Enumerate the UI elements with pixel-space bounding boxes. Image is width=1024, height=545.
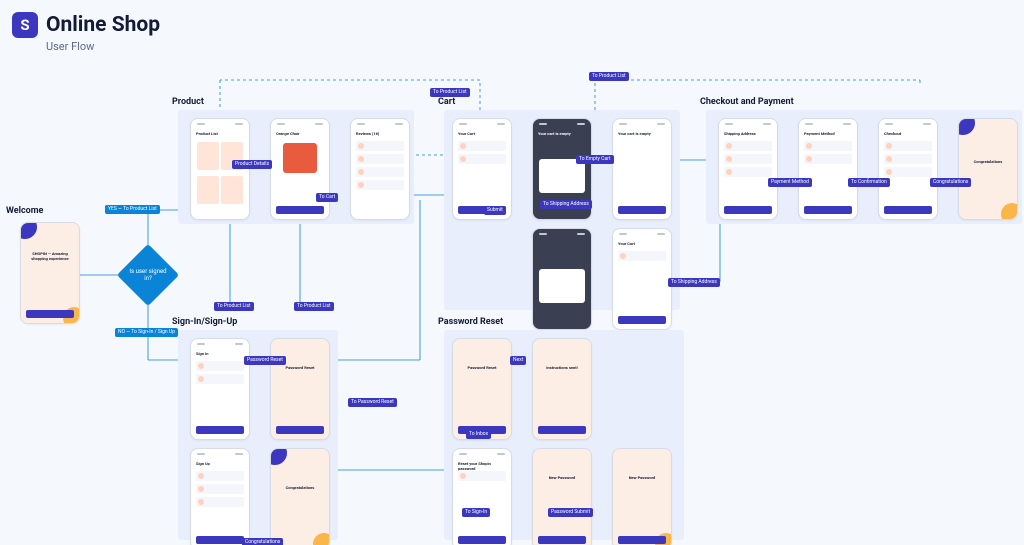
product-detail-title: Orange Chair (276, 131, 324, 136)
signup-done-title: Congratulations (276, 485, 324, 490)
edge-to-prodlist-pw: To Product List (294, 302, 334, 311)
new-pw-done-title: New Password (618, 475, 666, 480)
pw-reset-title2: Password Reset (458, 365, 506, 370)
edge-payment-method: Payment Method (768, 178, 812, 187)
screen-cart[interactable]: Your Cart (452, 118, 512, 220)
new-pw-title: New Password (538, 475, 586, 480)
screen-inbox[interactable]: Reset your Shopin password (452, 448, 512, 545)
cart-title2: Your Cart (618, 241, 666, 246)
screen-signin[interactable]: Sign In (190, 338, 250, 440)
screen-splash[interactable]: SHOPIN — Amazing shopping experience (20, 222, 80, 324)
cart-title: Your Cart (458, 131, 506, 136)
shipping-title: Shipping Address (724, 131, 772, 136)
screen-cart-empty[interactable]: Your cart is empty (612, 118, 672, 220)
edge-to-pw-reset: To Password Reset (348, 398, 397, 407)
screen-new-pw-done[interactable]: New Password (612, 448, 672, 545)
edge-empty-cart: To Empty Cart (576, 155, 614, 164)
flow-canvas[interactable]: Welcome SHOPIN — Amazing shopping experi… (0, 60, 1024, 545)
screen-product-list[interactable]: Product List (190, 118, 250, 220)
screen-new-pw[interactable]: New Password (532, 448, 592, 545)
edge-submit: Submit (484, 206, 506, 215)
screen-instructions[interactable]: Instructions sent! (532, 338, 592, 440)
screen-reviews[interactable]: Reviews (16) (350, 118, 410, 220)
decision-label: Is user signed in? (126, 253, 170, 297)
cart-empty-title: Your cart is empty (538, 131, 586, 136)
app-title: Online Shop (46, 13, 160, 37)
signin-title: Sign In (196, 351, 244, 356)
edge-to-inbox: To Inbox (466, 430, 491, 439)
splash-title: SHOPIN — Amazing shopping experience (26, 251, 74, 261)
edge-congrats: Congratulations (930, 178, 971, 187)
reviews-title: Reviews (16) (356, 131, 404, 136)
screen-pw-reset-prompt[interactable]: Password Reset (270, 338, 330, 440)
screen-pw-reset[interactable]: Password Reset (452, 338, 512, 440)
edge-confirmation: To Confirmation (848, 178, 890, 187)
screen-product-detail[interactable]: Orange Chair (270, 118, 330, 220)
edge-to-product-list2: To Product List (589, 72, 629, 81)
cart-empty-title2: Your cart is empty (618, 131, 666, 136)
section-checkout-label: Checkout and Payment (700, 97, 794, 107)
screen-cart-modal2[interactable] (532, 228, 592, 330)
screen-payment[interactable]: Payment Method (798, 118, 858, 220)
screen-signup-done[interactable]: Congratulations (270, 448, 330, 545)
edge-pw-reset: Password Reset (244, 356, 286, 365)
edge-next: Next (510, 356, 526, 365)
edge-to-shipping2: To Shipping Address (668, 278, 720, 287)
edge-to-signin: To Sign-In (462, 508, 490, 517)
congrats-title: Congratulations (964, 159, 1012, 164)
screen-signup[interactable]: Sign Up (190, 448, 250, 545)
edge-product-details: Product Details (232, 160, 272, 169)
section-product-label: Product (172, 97, 204, 107)
edge-to-shipping: To Shipping Address (540, 200, 592, 209)
edge-yes-product: YES — To Product List (105, 205, 160, 214)
edge-no-signin: NO — To Sign-In / Sign Up (115, 328, 178, 337)
app-subtitle: User Flow (46, 40, 94, 53)
screen-shipping[interactable]: Shipping Address (718, 118, 778, 220)
section-welcome-label: Welcome (6, 206, 43, 216)
edge-congrats-signup: Congratulations (242, 538, 283, 545)
pwreset-title: Password Reset (276, 365, 324, 370)
inbox-title: Reset your Shopin password (458, 461, 506, 471)
product-list-title: Product List (196, 131, 244, 136)
edge-to-cart: To Cart (316, 193, 338, 202)
app-logo: S Online Shop (12, 12, 160, 38)
section-cart-label: Cart (438, 97, 455, 107)
payment-title: Payment Method (804, 131, 852, 136)
screen-congrats[interactable]: Congratulations (958, 118, 1018, 220)
instructions-title: Instructions sent! (538, 365, 586, 370)
screen-checkout[interactable]: Checkout (878, 118, 938, 220)
section-signin-label: Sign-In/Sign-Up (172, 317, 237, 327)
decision-signed-in[interactable]: Is user signed in? (117, 244, 179, 306)
signup-title: Sign Up (196, 461, 244, 466)
screen-cart-summary[interactable]: Your Cart (612, 228, 672, 330)
edge-to-prodlist-signin: To Product List (214, 302, 254, 311)
checkout-title: Checkout (884, 131, 932, 136)
edge-pw-submit: Password Submit (548, 508, 593, 517)
logo-icon: S (12, 12, 38, 38)
section-pwreset-label: Password Reset (438, 317, 503, 327)
edge-to-product-list-top: To Product List (430, 88, 470, 97)
